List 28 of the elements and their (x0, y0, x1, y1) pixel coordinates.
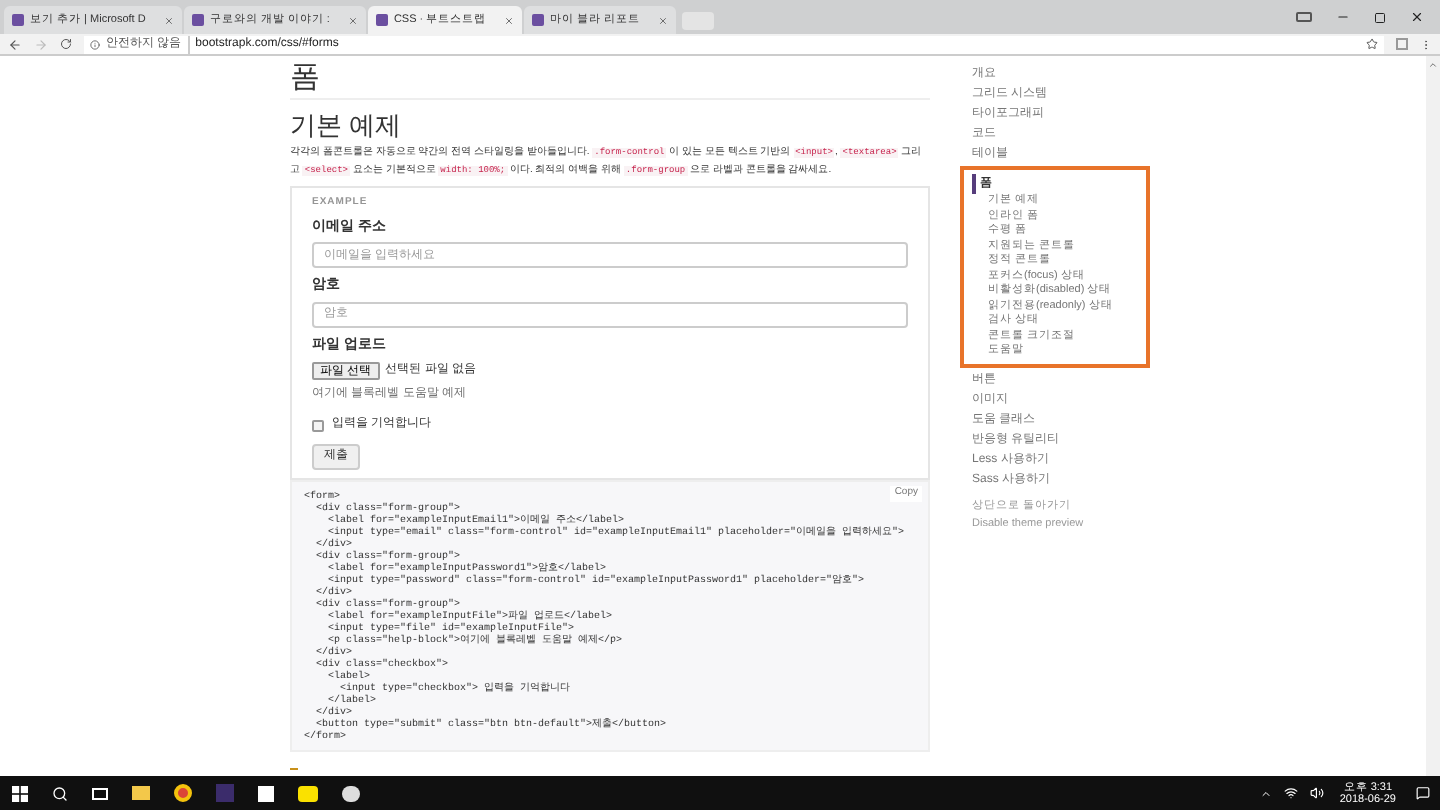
circle-app-icon[interactable] (174, 784, 192, 802)
notification-icon[interactable] (1416, 786, 1430, 800)
maximize-icon[interactable] (1374, 11, 1386, 23)
speaker-icon[interactable] (1309, 786, 1324, 800)
round-app-icon[interactable] (342, 785, 360, 801)
scrollbar[interactable] (1426, 56, 1440, 776)
search-icon[interactable] (52, 785, 68, 801)
reload-icon[interactable] (60, 38, 72, 50)
extension-icon[interactable] (1396, 38, 1408, 50)
chevron-up-icon[interactable] (1428, 60, 1438, 70)
chat-app-icon[interactable] (298, 785, 318, 801)
close-icon[interactable] (1410, 10, 1424, 24)
favicon-icon (12, 14, 24, 26)
checkbox[interactable] (312, 419, 324, 431)
chevron-up-icon[interactable] (1259, 787, 1272, 799)
star-icon[interactable] (1366, 38, 1378, 50)
info-icon (90, 39, 100, 49)
section-title: 기본 예제 (290, 110, 404, 140)
favicon-icon (532, 14, 545, 26)
favicon-icon (375, 14, 388, 26)
network-icon[interactable] (1283, 786, 1298, 800)
minimize-icon[interactable] (1336, 10, 1350, 24)
windows-logo-icon[interactable] (12, 785, 28, 801)
favicon-icon (191, 14, 204, 26)
back-icon[interactable] (8, 37, 22, 51)
note-app-icon[interactable] (258, 785, 274, 801)
page-title: 폼 (290, 60, 322, 94)
task-view-icon[interactable] (92, 787, 108, 799)
